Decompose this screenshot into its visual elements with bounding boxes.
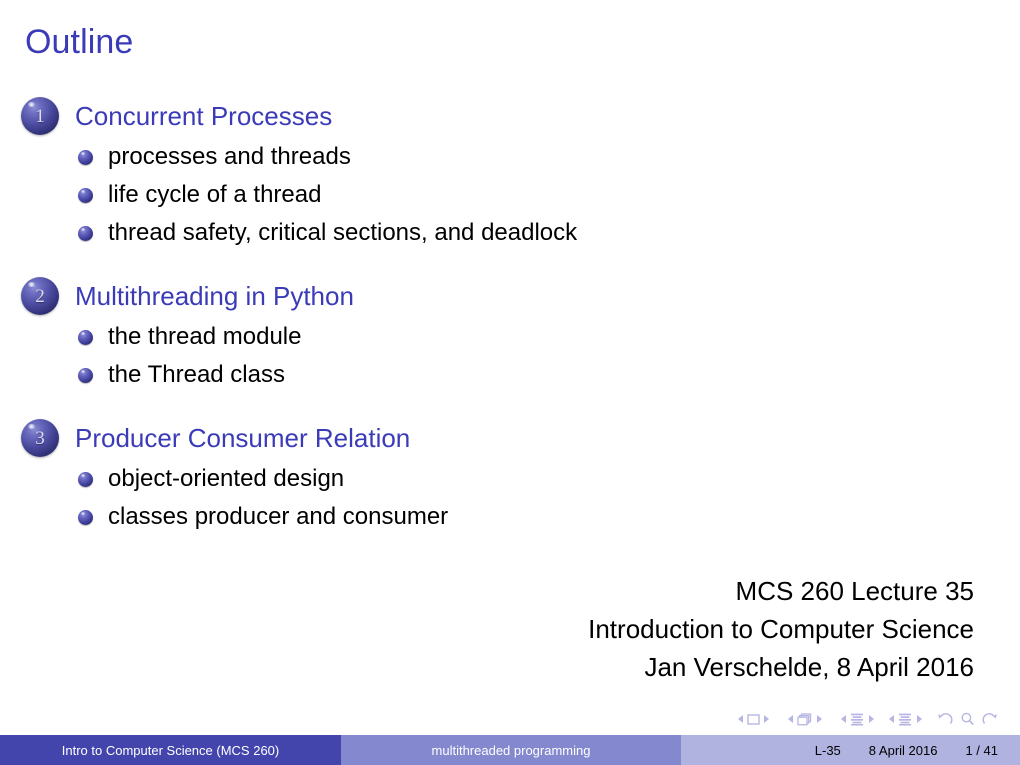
section-number-label: 2: [35, 285, 45, 307]
prev-frame-icon[interactable]: [788, 715, 793, 723]
footer-course: Intro to Computer Science (MCS 260): [0, 735, 341, 765]
nav-history-group: [937, 712, 998, 726]
footer-date: 8 April 2016: [868, 742, 938, 758]
section-number-badge-3: 3: [21, 419, 59, 457]
subsection-item[interactable]: the thread module: [0, 318, 1020, 356]
section-number-label: 1: [35, 105, 45, 127]
subsection-label: the thread module: [108, 323, 302, 350]
footer-meta: L-35 8 April 2016 1 / 41: [681, 735, 1020, 765]
subsection-label: processes and threads: [108, 143, 351, 170]
section-number-badge-1: 1: [21, 97, 59, 135]
subsection-label: classes producer and consumer: [108, 503, 449, 530]
nav-subsection-group: [837, 713, 878, 726]
subsection-list-2: the thread module the Thread class: [0, 318, 1020, 394]
subsection-list-3: object-oriented design classes producer …: [0, 460, 1020, 536]
subsection-list-1: processes and threads life cycle of a th…: [0, 138, 1020, 252]
subsection-item[interactable]: object-oriented design: [0, 460, 1020, 498]
footer-lecture-number: L-35: [814, 742, 841, 758]
subsection-label: thread safety, critical sections, and de…: [108, 219, 578, 246]
prev-section-icon[interactable]: [889, 715, 894, 723]
section-title-1[interactable]: Concurrent Processes: [75, 101, 332, 131]
lecture-info-block: MCS 260 Lecture 35 Introduction to Compu…: [588, 572, 974, 686]
outline-section-header-3[interactable]: 3 Producer Consumer Relation: [0, 418, 1020, 458]
subsection-item[interactable]: classes producer and consumer: [0, 498, 1020, 536]
bullet-sphere-icon: [78, 367, 93, 383]
bullet-sphere-icon: [78, 225, 93, 241]
subsection-item[interactable]: thread safety, critical sections, and de…: [0, 214, 1020, 252]
outline-section-header-1[interactable]: 1 Concurrent Processes: [0, 96, 1020, 136]
next-subsection-icon[interactable]: [869, 715, 874, 723]
nav-frame-group: [784, 712, 826, 726]
outline-section: 3 Producer Consumer Relation object-orie…: [0, 418, 1020, 536]
subsection-label: the Thread class: [108, 361, 285, 388]
section-title-3[interactable]: Producer Consumer Relation: [75, 423, 410, 453]
next-frame-icon[interactable]: [817, 715, 822, 723]
frames-icon[interactable]: [797, 712, 813, 726]
bullet-sphere-icon: [78, 149, 93, 165]
footer-topic: multithreaded programming: [341, 735, 681, 765]
subsection-item[interactable]: the Thread class: [0, 356, 1020, 394]
nav-section-group: [885, 713, 926, 726]
page-title: Outline: [25, 23, 134, 61]
outline-section: 1 Concurrent Processes processes and thr…: [0, 96, 1020, 252]
section-number-label: 3: [35, 427, 45, 449]
prev-slide-icon[interactable]: [738, 715, 743, 723]
next-slide-icon[interactable]: [764, 715, 769, 723]
back-icon[interactable]: [937, 712, 953, 726]
subsection-label: life cycle of a thread: [108, 181, 322, 208]
footer-bar: Intro to Computer Science (MCS 260) mult…: [0, 735, 1020, 765]
subsection-item[interactable]: life cycle of a thread: [0, 176, 1020, 214]
nav-slide-group: [734, 713, 773, 725]
forward-icon[interactable]: [982, 712, 998, 726]
subsections-icon[interactable]: [850, 713, 865, 726]
course-name-line: Introduction to Computer Science: [588, 614, 974, 644]
subsection-label: object-oriented design: [108, 465, 345, 492]
author-date-line: Jan Verschelde, 8 April 2016: [644, 652, 974, 682]
next-section-icon[interactable]: [917, 715, 922, 723]
bullet-sphere-icon: [78, 329, 93, 345]
bullet-sphere-icon: [78, 187, 93, 203]
prev-subsection-icon[interactable]: [841, 715, 846, 723]
subsection-item[interactable]: processes and threads: [0, 138, 1020, 176]
outline-list: 1 Concurrent Processes processes and thr…: [0, 96, 1020, 560]
footer-page-number: 1 / 41: [965, 742, 998, 758]
slide-icon[interactable]: [747, 713, 760, 725]
lecture-number-line: MCS 260 Lecture 35: [735, 576, 974, 606]
search-icon[interactable]: [960, 712, 975, 726]
outline-section: 2 Multithreading in Python the thread mo…: [0, 276, 1020, 394]
bullet-sphere-icon: [78, 471, 93, 487]
navigation-symbols: [0, 707, 1020, 731]
outline-section-header-2[interactable]: 2 Multithreading in Python: [0, 276, 1020, 316]
bullet-sphere-icon: [78, 509, 93, 525]
sections-icon[interactable]: [898, 713, 913, 726]
section-number-badge-2: 2: [21, 277, 59, 315]
section-title-2[interactable]: Multithreading in Python: [75, 281, 354, 311]
slide-canvas: Outline 1 Concurrent Processes processes…: [0, 0, 1020, 765]
